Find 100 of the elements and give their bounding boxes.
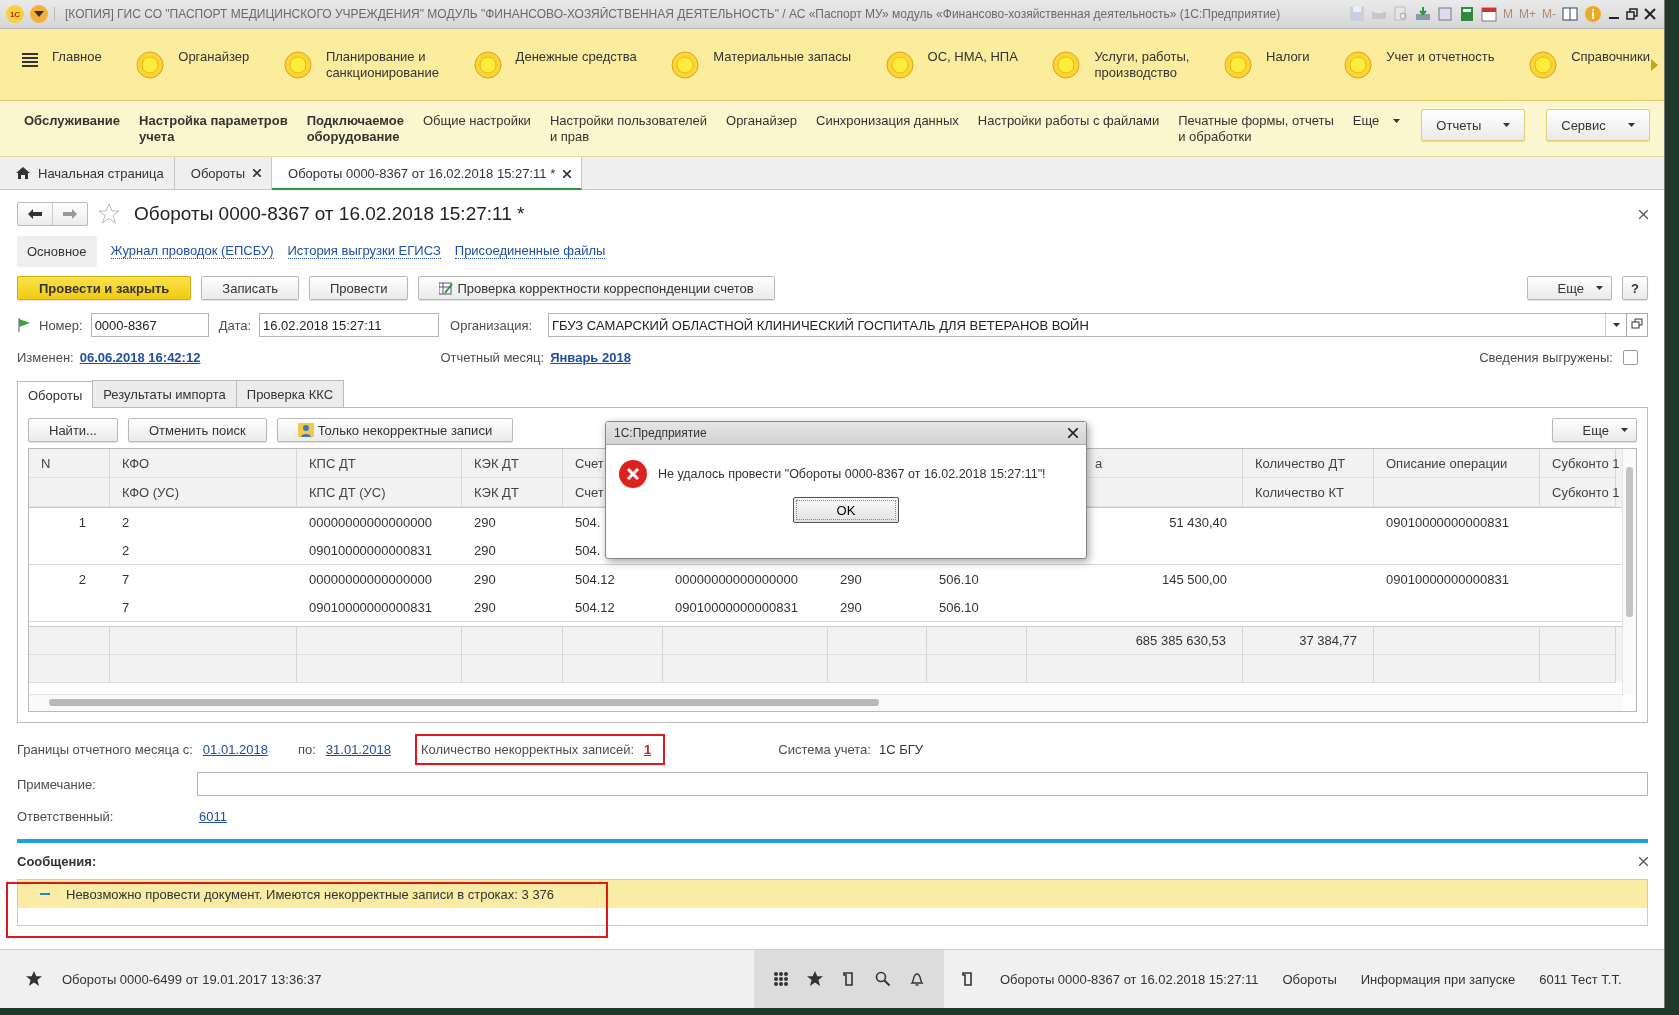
grid-menu-icon[interactable] — [773, 971, 789, 987]
column-header[interactable]: КФО (УС) — [110, 478, 297, 507]
column-header[interactable]: N — [29, 449, 110, 478]
section-circle-icon[interactable] — [283, 51, 312, 79]
section-circle-icon[interactable] — [671, 51, 700, 79]
more-button[interactable]: Еще — [1551, 418, 1637, 442]
column-header[interactable]: Описание операции — [1374, 449, 1540, 478]
menu-icon[interactable] — [22, 53, 38, 67]
section-link[interactable]: Справочники — [1571, 47, 1650, 65]
table-button[interactable]: Найти... — [28, 418, 118, 442]
command-link[interactable]: Органайзер — [726, 113, 797, 129]
number-field[interactable]: 0000-8367 — [90, 313, 209, 337]
column-header[interactable]: КФО — [110, 449, 297, 478]
open-tab[interactable]: Обороты 0000-8367 от 16.02.2018 15:27:11 * — [272, 157, 583, 190]
app-logo[interactable]: 1С — [6, 5, 24, 23]
command-link[interactable]: Настройки пользователей и прав — [549, 113, 708, 145]
ok-button[interactable]: OK — [793, 497, 899, 523]
status-link[interactable]: Обороты — [1282, 971, 1337, 987]
section-circle-icon[interactable] — [1344, 51, 1373, 79]
form-nav-link[interactable]: Присоединенные файлы — [454, 243, 606, 259]
more-button[interactable]: Еще — [1526, 276, 1613, 300]
section-link[interactable]: Учет и отчетность — [1386, 47, 1495, 65]
section-link[interactable]: Услуги, работы, производство — [1094, 47, 1190, 81]
toolbar-button[interactable]: Провести — [308, 276, 409, 300]
section-circle-icon[interactable] — [473, 51, 502, 79]
form-tab[interactable]: Результаты импорта — [92, 380, 237, 407]
form-nav-link[interactable]: История выгрузки ЕГИСЗ — [287, 243, 441, 259]
status-link[interactable]: 6011 Тест Т.Т. — [1539, 971, 1622, 987]
close-icon[interactable] — [1639, 856, 1648, 866]
error-count-link[interactable]: 1 — [644, 741, 660, 757]
section-link[interactable]: Главное — [52, 47, 102, 65]
help-button[interactable]: ? — [1622, 276, 1648, 300]
period-to-link[interactable]: 31.01.2018 — [325, 741, 391, 757]
responsible-link[interactable]: 6011 — [199, 808, 227, 824]
scroll-right-icon[interactable] — [1651, 59, 1658, 71]
dropdown-button[interactable]: Сервис — [1546, 109, 1650, 141]
post-and-close-button[interactable]: Провести и закрыть — [17, 276, 192, 300]
command-link[interactable]: Печатные формы, отчеты и обработки — [1178, 113, 1334, 145]
command-link[interactable]: Настройка параметров учета — [139, 113, 288, 145]
document-icon[interactable] — [1437, 6, 1453, 22]
command-link[interactable]: Синхронизация данных — [816, 113, 959, 129]
column-header[interactable]: КПС ДТ (УС) — [297, 478, 462, 507]
section-link[interactable]: Денежные средства — [515, 47, 637, 65]
vertical-scrollbar[interactable] — [1622, 449, 1636, 695]
star-icon[interactable] — [807, 971, 823, 987]
history-buttons[interactable] — [17, 202, 88, 226]
form-nav-link[interactable]: Основное — [17, 235, 97, 267]
more-menu[interactable]: Еще — [1352, 113, 1401, 129]
section-link[interactable]: Органайзер — [178, 47, 250, 65]
status-link[interactable]: Информация при запуске — [1360, 971, 1516, 987]
command-link[interactable]: Настройки работы с файлами — [977, 113, 1160, 129]
section-link[interactable]: Налоги — [1266, 47, 1310, 65]
open-icon[interactable] — [1626, 313, 1648, 337]
command-link[interactable]: Подключаемое оборудование — [306, 113, 404, 145]
date-field[interactable]: 16.02.2018 15:27:11 — [259, 313, 440, 337]
note-field[interactable] — [197, 772, 1648, 796]
history-link[interactable]: Обороты 0000-6499 от 19.01.2017 13:36:37 — [62, 971, 322, 987]
close-icon[interactable] — [1644, 8, 1656, 20]
table-button[interactable]: Отменить поиск — [127, 418, 267, 442]
command-link[interactable]: Общие настройки — [423, 113, 531, 129]
star-icon[interactable] — [98, 203, 120, 225]
search-icon[interactable] — [875, 971, 891, 987]
column-header[interactable]: КПС ДТ — [297, 449, 462, 478]
section-link[interactable]: Планирование и санкционирование — [325, 47, 439, 81]
export-icon[interactable] — [1415, 6, 1431, 22]
section-link[interactable]: Материальные запасы — [713, 47, 851, 65]
toolbar-button[interactable]: Записать — [201, 276, 299, 300]
open-tab[interactable]: Начальная страница — [0, 157, 175, 189]
form-tab[interactable]: Обороты — [17, 381, 94, 408]
restore-icon[interactable] — [1626, 8, 1638, 20]
form-tab[interactable]: Проверка ККС — [235, 380, 345, 407]
close-icon[interactable] — [563, 169, 572, 178]
preview-icon[interactable] — [1393, 6, 1409, 22]
month-link[interactable]: Январь 2018 — [550, 349, 631, 365]
section-circle-icon[interactable] — [1529, 51, 1558, 79]
section-circle-icon[interactable] — [885, 51, 914, 79]
column-header[interactable]: КЭК ДТ — [462, 449, 563, 478]
calendar-icon[interactable] — [1481, 6, 1497, 22]
calculator-icon[interactable] — [1459, 6, 1475, 22]
form-nav-link[interactable]: Журнал проводок (ЕПСБУ) — [110, 243, 274, 259]
toolbar-button[interactable]: Проверка корректности корреспонденции счетов — [418, 276, 775, 300]
column-header[interactable]: Количество ДТ — [1243, 449, 1374, 478]
section-link[interactable]: ОС, НМА, НПА — [927, 47, 1018, 65]
section-circle-icon[interactable] — [1224, 51, 1253, 79]
command-link[interactable]: Обслуживание — [24, 113, 120, 129]
caret-icon[interactable] — [1612, 323, 1620, 327]
horizontal-scrollbar[interactable] — [29, 694, 1623, 711]
organization-field[interactable]: ГБУЗ САМАРСКИЙ ОБЛАСТНОЙ КЛИНИЧЕСКИЙ ГОСПИТАЛЬ ДЛЯ ВЕТЕРАНОВ ВОЙН — [548, 313, 1627, 337]
exported-checkbox[interactable] — [1623, 349, 1638, 365]
main-menu-button[interactable] — [30, 5, 48, 23]
close-icon[interactable] — [1068, 428, 1078, 438]
close-icon[interactable] — [1639, 209, 1648, 219]
close-icon[interactable] — [253, 169, 262, 177]
star-icon[interactable] — [26, 971, 42, 987]
section-circle-icon[interactable] — [1052, 51, 1081, 79]
column-header[interactable]: Количество КТ — [1243, 478, 1374, 507]
table-button[interactable]: Только некорректные записи — [276, 418, 514, 442]
column-header[interactable]: КЭК ДТ — [462, 478, 563, 507]
info-icon[interactable] — [1584, 5, 1602, 23]
changed-date-link[interactable]: 06.06.2018 16:42:12 — [79, 349, 201, 365]
